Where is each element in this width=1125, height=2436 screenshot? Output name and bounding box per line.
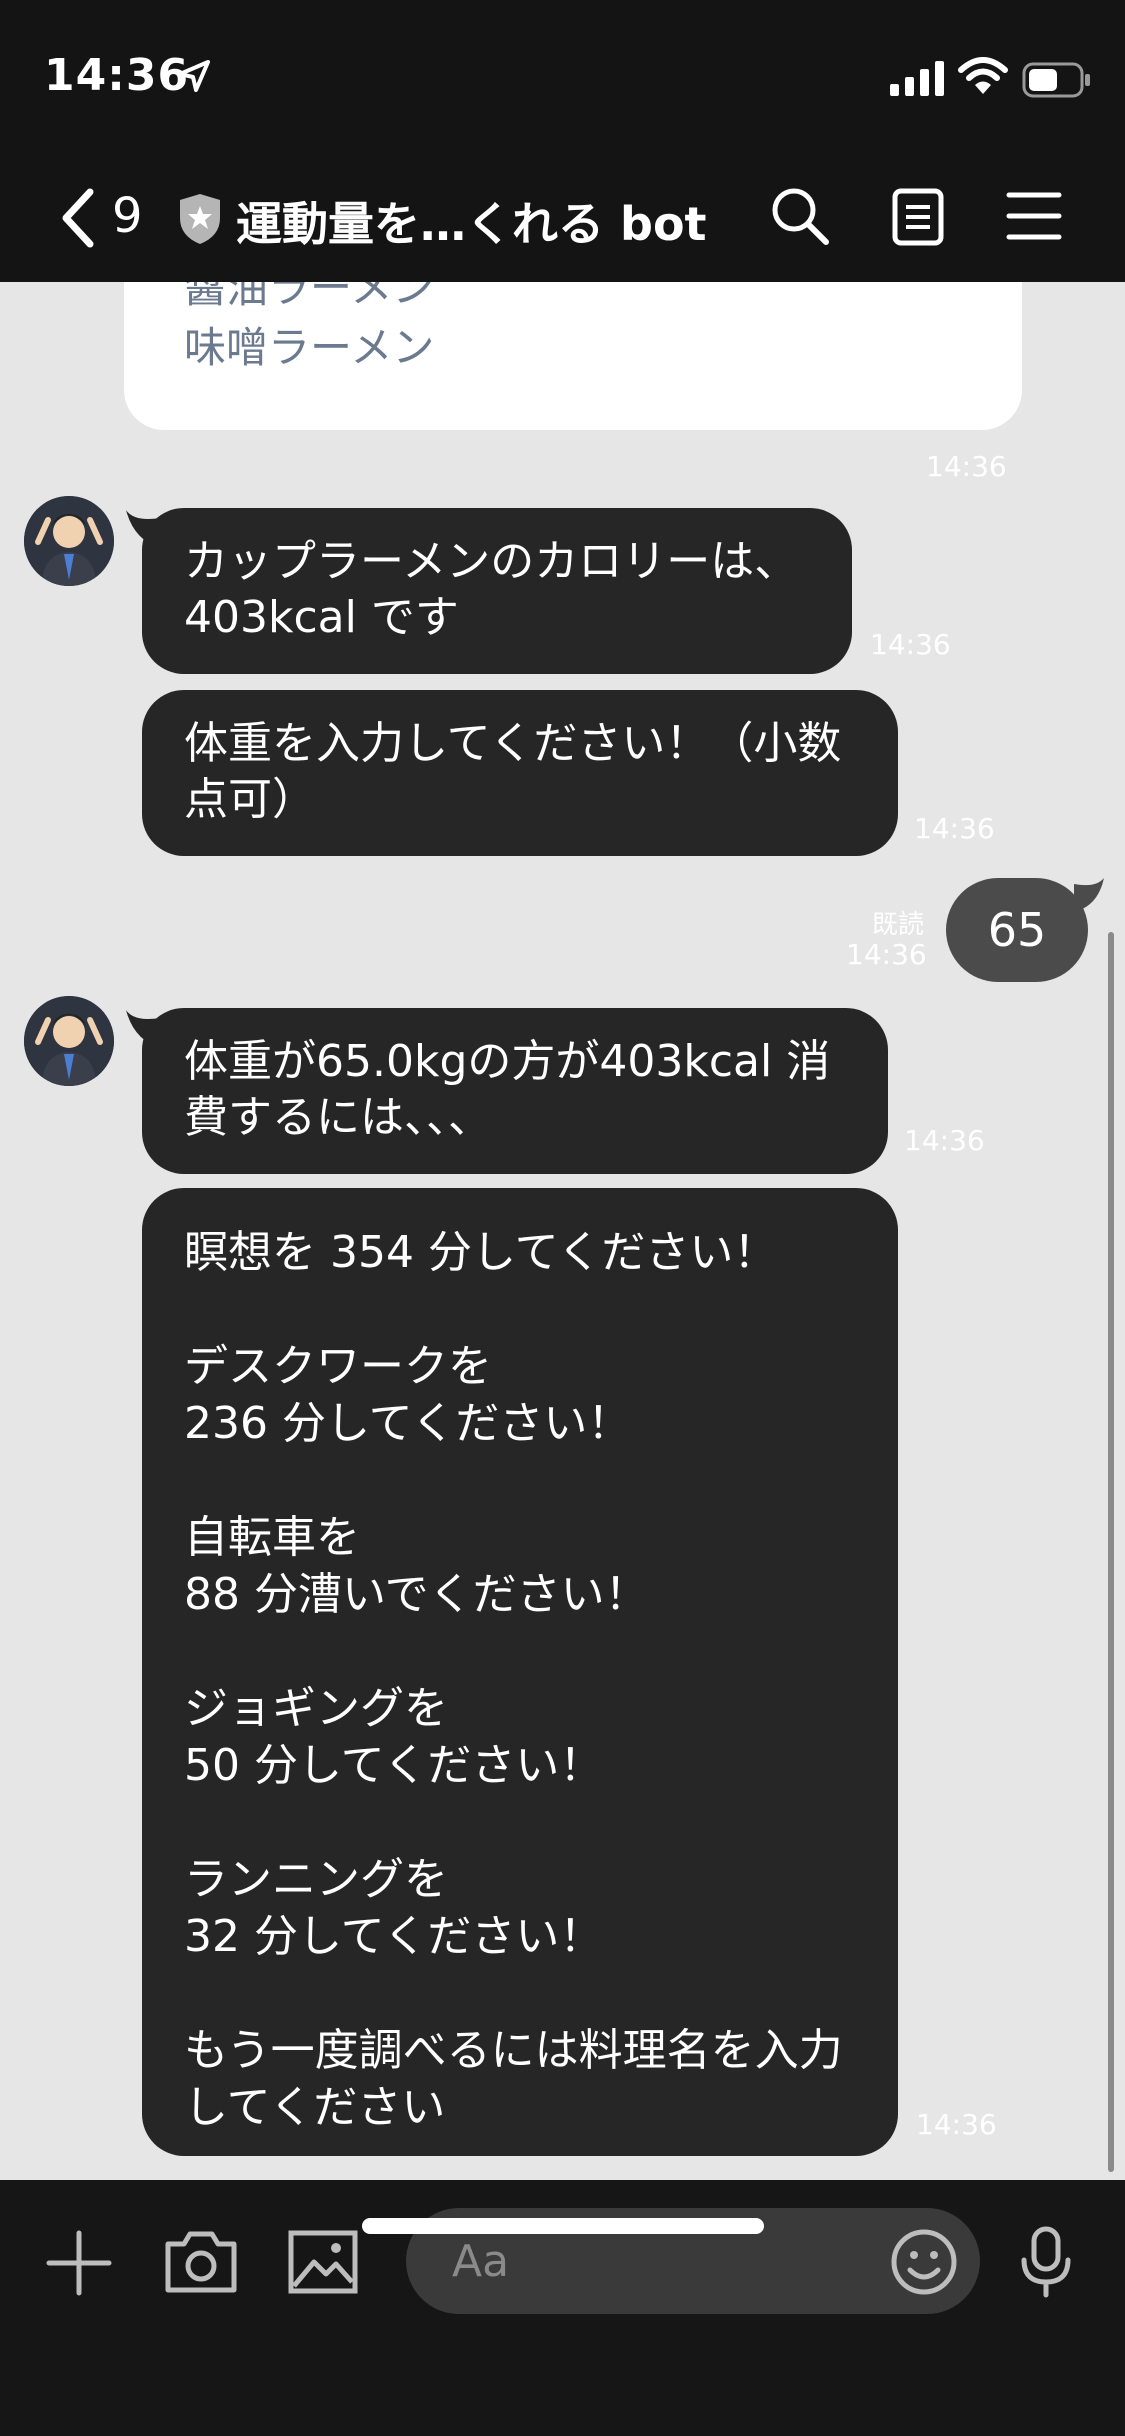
wifi-icon: [958, 56, 1008, 100]
plus-icon[interactable]: [46, 2230, 112, 2300]
shield-star-icon: [178, 192, 222, 250]
home-indicator[interactable]: [362, 2218, 764, 2238]
bot-message-exercise: 瞑想を 354 分してください！ デスクワークを 236 分してください！ 自転…: [142, 1188, 898, 2156]
unread-count[interactable]: 9: [112, 188, 143, 244]
bot-avatar[interactable]: [24, 496, 114, 586]
bot-message-intro: 体重が65.0kgの方が403kcal 消 費するには、、、: [142, 1008, 888, 1174]
status-time: 14:36: [44, 50, 190, 101]
location-arrow-icon: [176, 58, 212, 98]
menu-icon[interactable]: [1006, 190, 1062, 246]
message-time: 14:36: [846, 938, 927, 971]
cellular-signal-icon: [890, 60, 946, 100]
emoji-icon[interactable]: [890, 2228, 958, 2300]
battery-icon: [1022, 62, 1092, 102]
chat-area[interactable]: 醤油ラーメン 味噌ラーメン 14:36 カップラーメンのカロリーは、 403kc…: [0, 282, 1125, 2180]
message-time: 14:36: [870, 628, 951, 661]
flex-message-card: 醤油ラーメン 味噌ラーメン: [124, 282, 1022, 430]
input-bar: Aa: [0, 2180, 1125, 2436]
notes-icon[interactable]: [892, 188, 944, 250]
bot-message-weight-prompt: 体重を入力してください！（小数 点可）: [142, 690, 898, 856]
chevron-left-icon[interactable]: [58, 186, 98, 254]
status-bar: 14:36: [0, 0, 1125, 160]
bot-message-calorie: カップラーメンのカロリーは、 403kcal です: [142, 508, 852, 674]
search-icon[interactable]: [770, 186, 830, 250]
microphone-icon[interactable]: [1018, 2226, 1074, 2302]
read-receipt: 既読: [871, 910, 924, 940]
flex-item[interactable]: 醤油ラーメン: [184, 282, 434, 315]
camera-icon[interactable]: [164, 2228, 238, 2298]
image-icon[interactable]: [288, 2230, 358, 2298]
message-time: 14:36: [904, 1124, 985, 1157]
chat-title: 運動量を…くれる bot: [236, 197, 707, 251]
flex-item[interactable]: 味噌ラーメン: [184, 314, 434, 375]
message-time: 14:36: [926, 450, 1007, 483]
message-input-placeholder: Aa: [452, 2236, 510, 2287]
message-time: 14:36: [916, 2108, 997, 2141]
user-message: 65: [946, 878, 1088, 982]
scrollbar[interactable]: [1108, 932, 1114, 2172]
chat-header: 9 運動量を…くれる bot: [0, 160, 1125, 282]
message-time: 14:36: [914, 812, 995, 845]
bot-avatar[interactable]: [24, 996, 114, 1086]
